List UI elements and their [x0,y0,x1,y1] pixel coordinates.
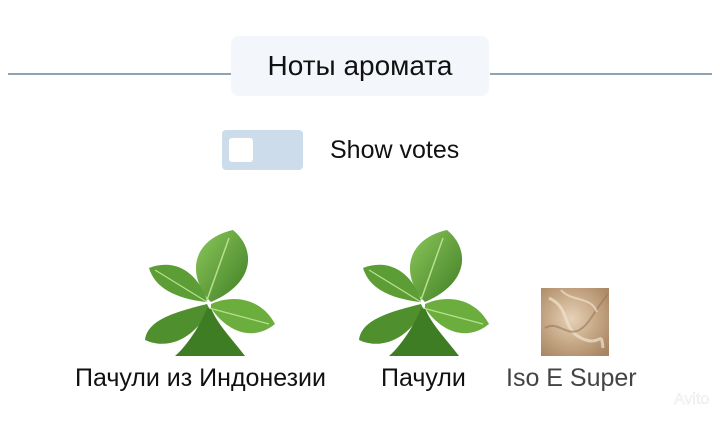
note-label: Пачули из Индонезии [75,364,326,392]
section-title: Ноты аромата [231,36,489,96]
avito-watermark: Avito [640,378,720,420]
show-votes-label: Show votes [330,136,460,164]
divider-line-right [490,73,712,75]
patchouli-leaf-icon [359,228,491,356]
svg-text:Avito: Avito [674,391,709,408]
note-label: Iso E Super [506,364,637,392]
toggle-knob [229,138,253,162]
divider-line-left [8,73,232,75]
note-label: Пачули [381,364,466,392]
iso-e-super-swatch-icon [541,288,609,356]
patchouli-leaf-icon [145,228,277,356]
show-votes-toggle[interactable] [222,130,303,170]
